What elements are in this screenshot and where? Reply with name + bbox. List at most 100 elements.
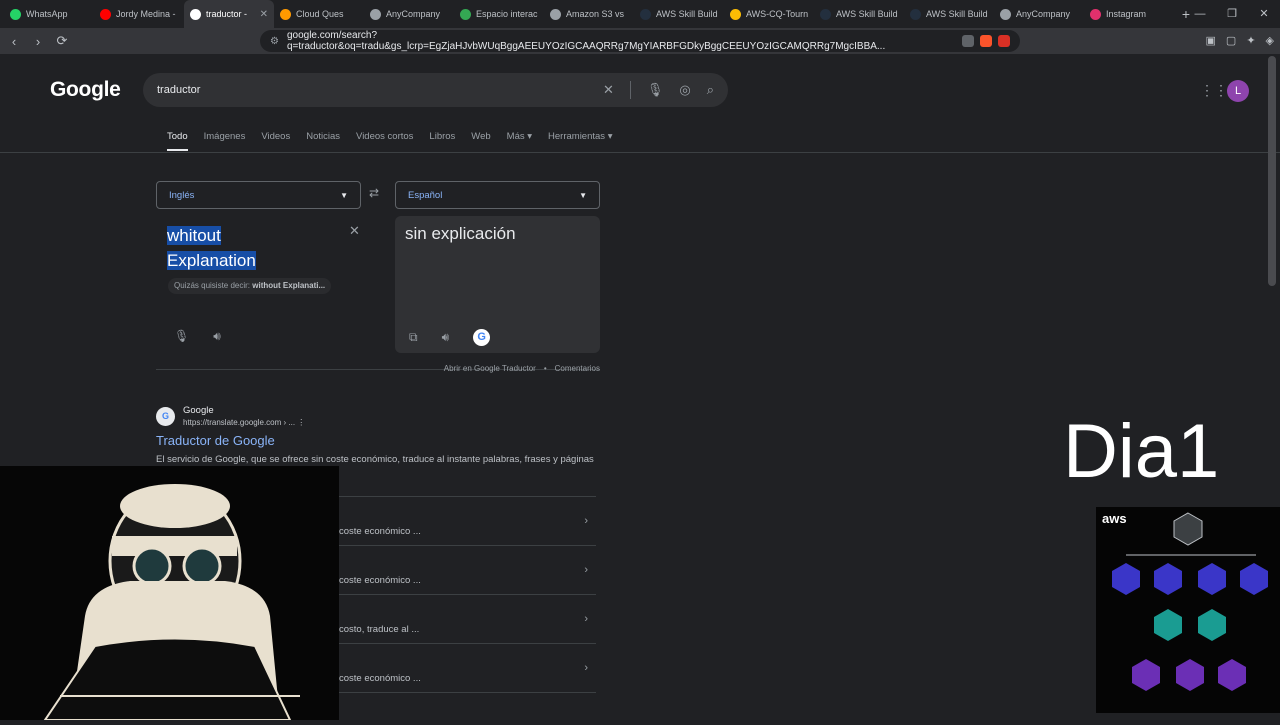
sidebar-icon[interactable]: ▣ xyxy=(1206,34,1216,47)
tab-label: WhatsApp xyxy=(26,9,68,19)
google-logo[interactable]: Google xyxy=(50,78,121,102)
browser-tab[interactable]: AWS Skill Build xyxy=(634,0,724,28)
browser-tab[interactable]: Espacio interac xyxy=(454,0,544,28)
reload-icon[interactable]: ⟳ xyxy=(52,33,72,49)
feedback-link[interactable]: Comentarios xyxy=(555,364,600,373)
maximize-icon[interactable]: ❐ xyxy=(1216,0,1248,28)
sublink-row[interactable]: coste económico ... › xyxy=(339,496,596,545)
svg-text:aws: aws xyxy=(1102,511,1127,526)
open-google-translate-link[interactable]: Abrir en Google Traductor xyxy=(444,364,536,373)
speaker-icon[interactable]: 🔊︎ xyxy=(213,329,221,344)
did-you-mean-suggestion[interactable]: Quizás quisiste decir: without Explanati… xyxy=(168,278,332,294)
browser-tab[interactable]: AnyCompany xyxy=(364,0,454,28)
browser-tab[interactable]: AWS-CQ-Tourn xyxy=(724,0,814,28)
vpn-icon[interactable]: ◈ xyxy=(1266,34,1274,47)
swap-languages-icon[interactable]: ⇄ xyxy=(369,186,379,200)
forward-icon[interactable]: › xyxy=(28,34,48,49)
close-tab-icon[interactable]: ✕ xyxy=(260,9,268,20)
tab-label: Amazon S3 vs xyxy=(566,9,625,19)
search-filters: Todo Imágenes Videos Noticias Videos cortos L… xyxy=(167,131,628,151)
microphone-icon[interactable]: 🎙︎ xyxy=(647,82,664,98)
tab-favicon-icon xyxy=(460,8,471,20)
result-site-name[interactable]: Google xyxy=(183,405,305,416)
filter-tab[interactable]: Videos cortos xyxy=(356,131,413,151)
browser-tab[interactable]: WhatsApp xyxy=(4,0,94,28)
filter-tab[interactable]: Libros xyxy=(429,131,455,151)
address-bar[interactable]: ⚙ google.com/search?q=traductor&oq=tradu… xyxy=(260,30,1020,52)
share-icon[interactable] xyxy=(962,35,974,47)
microphone-icon[interactable]: 🎙︎ xyxy=(174,329,189,344)
source-language-select[interactable]: Inglés ▼ xyxy=(156,181,361,209)
sublink-row[interactable]: coste económico ... › xyxy=(339,643,596,692)
browser-tab[interactable]: Jordy Medina - xyxy=(94,0,184,28)
search-icon[interactable]: ⌕ xyxy=(707,82,714,98)
copy-icon[interactable]: ⧉ xyxy=(409,330,418,345)
filter-tab[interactable]: Web xyxy=(471,131,490,151)
tab-favicon-icon xyxy=(280,8,291,20)
tab-favicon-icon xyxy=(550,8,561,20)
divider xyxy=(339,692,596,693)
suggest-value: without Explanati... xyxy=(252,281,326,290)
browser-tab[interactable]: AWS Skill Build xyxy=(814,0,904,28)
search-input[interactable]: traductor xyxy=(157,84,200,96)
search-bar[interactable]: traductor ✕ 🎙︎ ◎ ⌕ xyxy=(143,73,728,107)
dropdown-arrow-icon: ▼ xyxy=(579,190,587,200)
tab-favicon-icon xyxy=(640,8,651,20)
divider xyxy=(629,81,631,99)
filter-tab[interactable]: Más ▾ xyxy=(507,131,532,151)
leo-icon[interactable]: ✦ xyxy=(1246,34,1255,47)
browser-tab[interactable]: Cloud Ques xyxy=(274,0,364,28)
result-snippet: El servicio de Google, que se ofrece sin… xyxy=(156,454,594,465)
filter-tab[interactable]: Videos xyxy=(261,131,290,151)
filter-tab[interactable]: Noticias xyxy=(306,131,340,151)
browser-tab[interactable]: traductor - ✕ xyxy=(184,0,274,28)
target-language-select[interactable]: Español ▼ xyxy=(395,181,600,209)
filter-tab[interactable]: Imágenes xyxy=(204,131,246,151)
brave-rewards-icon[interactable] xyxy=(998,35,1010,47)
google-g-icon[interactable]: G xyxy=(473,329,491,346)
chevron-right-icon: › xyxy=(584,515,588,527)
filter-tab[interactable]: Todo xyxy=(167,131,188,151)
browser-tab-bar: WhatsApp Jordy Medina - traductor - ✕ Cloud … xyxy=(0,0,1280,28)
tab-label: AnyCompany xyxy=(1016,9,1071,19)
chevron-right-icon: › xyxy=(584,613,588,625)
filter-tab[interactable]: Herramientas ▾ xyxy=(548,131,612,151)
clear-icon[interactable]: ✕ xyxy=(603,82,614,98)
source-text-line-2: Explanation xyxy=(167,251,256,270)
source-text[interactable]: whitout Explanation xyxy=(167,223,256,273)
browser-tab[interactable]: Instagram xyxy=(1084,0,1174,28)
back-icon[interactable]: ‹ xyxy=(4,34,24,49)
wallet-icon[interactable]: ▢ xyxy=(1226,34,1236,47)
divider xyxy=(0,152,1280,153)
minimize-icon[interactable]: — xyxy=(1184,0,1216,28)
result-url-text: https://translate.google.com › ... xyxy=(183,418,296,427)
result-title-link[interactable]: Traductor de Google xyxy=(156,433,596,448)
tab-label: AWS-CQ-Tourn xyxy=(746,9,809,19)
sublink-row[interactable]: coste económico ... › xyxy=(339,545,596,594)
translator-links: Abrir en Google Traductor • Comentarios xyxy=(444,364,600,373)
clear-source-icon[interactable]: ✕ xyxy=(349,223,360,239)
source-text-area[interactable]: whitout Explanation ✕ Quizás quisiste de… xyxy=(156,217,376,357)
sublink-text: costo, traduce al ... xyxy=(339,623,420,635)
speaker-icon[interactable]: 🔊︎ xyxy=(442,330,450,345)
page-scrollbar[interactable] xyxy=(1268,56,1276,286)
site-info-icon[interactable]: ⚙ xyxy=(270,36,279,47)
tab-label: AnyCompany xyxy=(386,9,441,19)
sublink-row[interactable]: costo, traduce al ... › xyxy=(339,594,596,643)
browser-tab[interactable]: AWS Skill Build xyxy=(904,0,994,28)
lens-icon[interactable]: ◎ xyxy=(679,82,690,98)
more-options-icon[interactable]: ⋮ xyxy=(297,418,305,427)
source-text-line-1: whitout xyxy=(167,226,221,245)
brave-shield-icon[interactable] xyxy=(980,35,992,47)
browser-tab[interactable]: AnyCompany xyxy=(994,0,1084,28)
translation-output: sin explicación ⧉ 🔊︎ G xyxy=(395,216,600,353)
avatar[interactable]: L xyxy=(1227,80,1249,102)
aws-certification-roadmap-overlay: aws xyxy=(1096,507,1280,713)
sublink-text: coste económico ... xyxy=(339,525,421,537)
close-window-icon[interactable]: ✕ xyxy=(1248,0,1280,28)
browser-tab[interactable]: Amazon S3 vs xyxy=(544,0,634,28)
result-url[interactable]: https://translate.google.com › ... ⋮ xyxy=(183,418,305,427)
tab-label: AWS Skill Build xyxy=(926,9,988,19)
window-controls: — ❐ ✕ xyxy=(1184,0,1280,28)
tab-favicon-icon xyxy=(1090,8,1101,20)
